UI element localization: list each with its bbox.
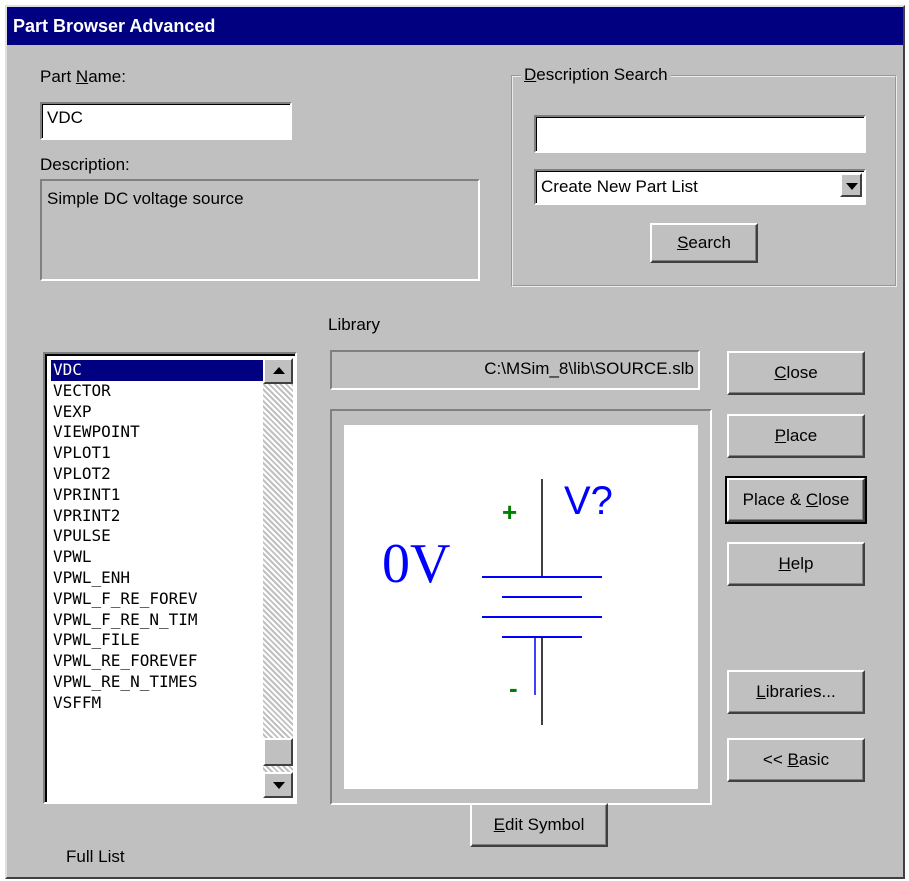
arrow-up-icon [273, 367, 285, 374]
symbol-preview: 0V V? + - [344, 425, 698, 789]
list-item[interactable]: VPULSE [51, 526, 263, 547]
list-item[interactable]: VPLOT2 [51, 464, 263, 485]
scroll-thumb[interactable] [263, 738, 293, 766]
plus-sign: + [502, 497, 518, 527]
part-list[interactable]: VDC VECTOR VEXP VIEWPOINT VPLOT1 VPLOT2 VPRINT… [43, 352, 297, 804]
list-item[interactable]: VECTOR [51, 381, 263, 402]
chevron-down-icon[interactable] [840, 173, 862, 197]
list-item[interactable]: VSFFM [51, 693, 263, 714]
vdc-symbol-icon [482, 479, 602, 725]
part-list-dropdown-value: Create New Part List [541, 177, 698, 196]
list-item[interactable]: VPWL_FILE [51, 630, 263, 651]
list-item[interactable]: VPWL_ENH [51, 568, 263, 589]
list-item[interactable]: VPWL [51, 547, 263, 568]
description-value: Simple DC voltage source [47, 189, 244, 208]
list-item[interactable]: VPRINT1 [51, 485, 263, 506]
arrow-down-icon [273, 782, 285, 789]
list-item[interactable]: VDC [51, 360, 263, 381]
library-label: Library [328, 315, 380, 334]
part-name-label: Part Name: [40, 67, 126, 86]
place-and-close-button[interactable]: Place & Close [725, 476, 867, 524]
description-label: Description: [40, 155, 130, 174]
symbol-preview-frame: 0V V? + - [330, 409, 712, 805]
part-name-input[interactable]: VDC [40, 102, 292, 140]
minus-sign: - [509, 673, 518, 703]
basic-button[interactable]: << Basic [727, 738, 865, 782]
scroll-down-button[interactable] [263, 772, 293, 798]
list-item[interactable]: VPWL_F_RE_FOREV [51, 589, 263, 610]
description-search-title: Description Search [521, 65, 671, 85]
part-name-value: VDC [47, 108, 83, 127]
description-search-input[interactable] [534, 115, 866, 153]
symbol-ref-text: V? [564, 479, 613, 523]
list-item[interactable]: VEXP [51, 402, 263, 423]
edit-symbol-button[interactable]: Edit Symbol [470, 803, 608, 847]
help-button[interactable]: Help [727, 542, 865, 586]
close-button[interactable]: Close [727, 351, 865, 395]
full-list-label: Full List [66, 847, 125, 866]
list-item[interactable]: VPWL_F_RE_N_TIM [51, 610, 263, 631]
window-title: Part Browser Advanced [7, 7, 903, 45]
search-button[interactable]: Search [650, 223, 758, 263]
place-button[interactable]: Place [727, 414, 865, 458]
list-item[interactable]: VPWL_RE_N_TIMES [51, 672, 263, 693]
symbol-value-text: 0V [382, 533, 451, 595]
part-list-scrollbar[interactable] [263, 358, 293, 798]
list-item[interactable]: VPWL_RE_FOREVEF [51, 651, 263, 672]
library-path: C:\MSim_8\lib\SOURCE.slb [484, 359, 694, 378]
libraries-button[interactable]: Libraries... [727, 670, 865, 714]
part-browser-window: Part Browser Advanced Part Name: VDC Des… [5, 5, 905, 879]
part-list-items: VDC VECTOR VEXP VIEWPOINT VPLOT1 VPLOT2 VPRINT… [51, 360, 263, 714]
list-item[interactable]: VIEWPOINT [51, 422, 263, 443]
list-item[interactable]: VPLOT1 [51, 443, 263, 464]
library-path-field: C:\MSim_8\lib\SOURCE.slb [330, 350, 700, 390]
description-box: Simple DC voltage source [40, 179, 480, 281]
list-item[interactable]: VPRINT2 [51, 506, 263, 527]
scroll-up-button[interactable] [263, 358, 293, 384]
part-list-dropdown[interactable]: Create New Part List [534, 169, 866, 205]
